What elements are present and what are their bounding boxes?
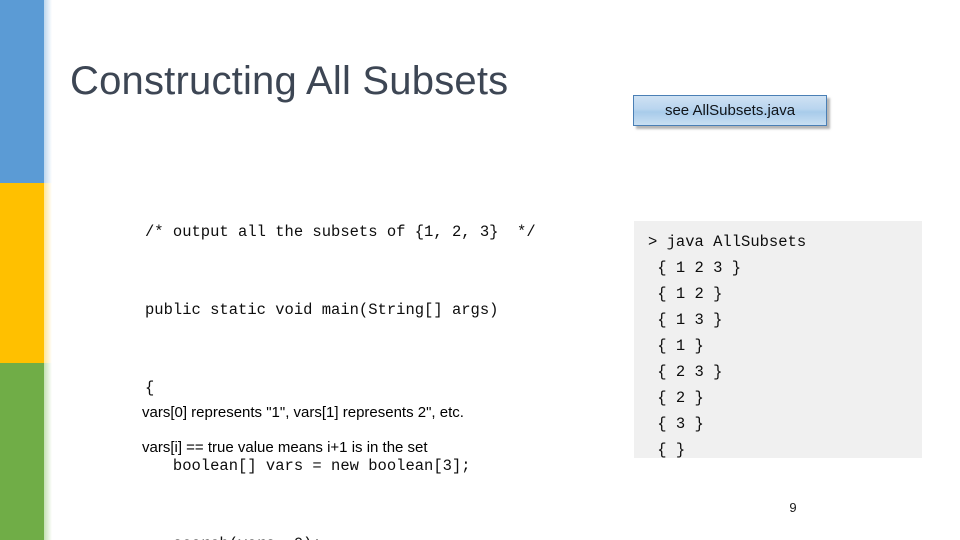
console-line: { 3 } bbox=[648, 415, 704, 433]
caption-vars-truth-meaning: vars[i] == true value means i+1 is in th… bbox=[142, 439, 428, 456]
code-block: /* output all the subsets of {1, 2, 3} *… bbox=[145, 167, 536, 540]
page-number: 9 bbox=[789, 500, 797, 515]
console-line: { 2 3 } bbox=[648, 363, 723, 381]
console-line: > java AllSubsets bbox=[648, 233, 807, 251]
code-line: boolean[] vars = new boolean[3]; bbox=[145, 457, 471, 475]
callout-label: see AllSubsets.java bbox=[664, 102, 796, 119]
console-line: { 1 2 3 } bbox=[648, 259, 742, 277]
rail-band-green bbox=[0, 363, 44, 540]
console-output-panel: > java AllSubsets { 1 2 3 } { 1 2 } { 1 … bbox=[634, 221, 922, 459]
console-line: { 1 3 } bbox=[648, 311, 723, 329]
console-line: { 1 } bbox=[648, 337, 704, 355]
rail-fade-yellow bbox=[44, 183, 52, 363]
caption-vars-representation: vars[0] represents "1", vars[1] represen… bbox=[142, 404, 464, 421]
see-source-file-callout[interactable]: see AllSubsets.java bbox=[633, 95, 827, 126]
rail-fade-green bbox=[44, 363, 52, 540]
rail-band-yellow bbox=[0, 183, 44, 363]
rail-fade-blue bbox=[44, 0, 52, 183]
code-line: search(vars, 0); bbox=[145, 531, 536, 540]
console-line: { 2 } bbox=[648, 389, 704, 407]
slide-canvas: Constructing All Subsets see AllSubsets.… bbox=[0, 0, 960, 540]
console-line: { } bbox=[648, 441, 686, 459]
page-title: Constructing All Subsets bbox=[70, 59, 509, 103]
rail-band-blue bbox=[0, 0, 44, 183]
code-line: public static void main(String[] args) bbox=[145, 301, 499, 319]
console-line: { 1 2 } bbox=[648, 285, 723, 303]
code-line: /* output all the subsets of {1, 2, 3} *… bbox=[145, 223, 536, 241]
code-line: { bbox=[145, 379, 155, 397]
